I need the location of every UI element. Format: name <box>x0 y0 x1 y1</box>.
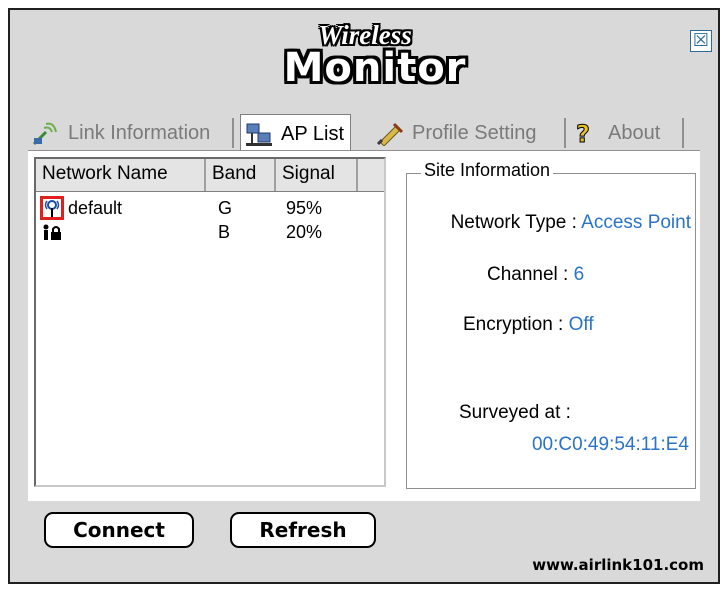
network-type-label: Network Type : <box>450 212 577 233</box>
network-name-cell: default <box>36 196 206 220</box>
link-info-icon <box>32 120 60 146</box>
tab-profile-setting[interactable]: Profile Setting <box>376 116 537 150</box>
table-row[interactable]: B 20% <box>36 220 384 244</box>
table-header: Network Name Band Signal <box>36 159 384 192</box>
channel-row: Channel : 6 <box>487 264 584 286</box>
surveyed-at-label: Surveyed at : <box>459 402 571 423</box>
tab-bar: Link Information AP List Profile Setting… <box>32 114 692 153</box>
tab-ap-list[interactable]: AP List <box>240 114 351 153</box>
network-type-row: Network Type : Access Point <box>451 212 691 234</box>
column-header-network-name[interactable]: Network Name <box>36 159 206 191</box>
profile-setting-icon <box>376 120 404 147</box>
vendor-url: www.airlink101.com <box>532 556 704 574</box>
tab-about[interactable]: ? About <box>572 116 661 150</box>
access-point-icon <box>40 196 64 220</box>
network-name: default <box>68 198 123 218</box>
connect-button[interactable]: Connect <box>44 512 194 548</box>
about-icon: ? <box>572 120 600 149</box>
tab-divider <box>682 118 684 148</box>
site-information-legend: Site Information <box>421 160 554 181</box>
encryption-label: Encryption : <box>463 314 564 335</box>
tab-link-information[interactable]: Link Information <box>32 116 210 150</box>
svg-text:?: ? <box>576 120 590 146</box>
close-button[interactable]: ☒ <box>690 30 712 52</box>
tab-label: AP List <box>281 122 344 145</box>
app-logo: Wireless Monitor <box>280 20 470 110</box>
signal-cell: 95% <box>286 198 323 218</box>
tab-label: About <box>608 121 661 144</box>
channel-label: Channel : <box>487 264 569 285</box>
tab-label: Link Information <box>68 121 211 144</box>
network-name-cell <box>36 220 206 244</box>
band-cell: G <box>218 198 233 218</box>
ap-list-icon <box>245 121 273 147</box>
wireless-monitor-window: Wireless Monitor ☒ Link Information AP L… <box>8 8 720 584</box>
encryption-row: Encryption : Off <box>463 314 594 336</box>
refresh-button[interactable]: Refresh <box>230 512 376 548</box>
site-information-group: Site Information Network Type : Access P… <box>406 160 696 489</box>
logo-monitor-text: Monitor <box>283 45 467 91</box>
signal-cell: 20% <box>286 222 323 242</box>
band-cell: B <box>218 222 231 242</box>
network-type-value: Access Point <box>581 212 691 233</box>
locked-adhoc-icon <box>42 222 64 242</box>
ap-list-table[interactable]: Network Name Band Signal default G 95% B… <box>34 157 386 487</box>
tab-divider <box>232 118 234 148</box>
column-header-band[interactable]: Band <box>206 159 276 191</box>
tab-divider <box>564 118 566 148</box>
tab-label: Profile Setting <box>412 121 537 144</box>
ap-list-panel: Network Name Band Signal default G 95% B… <box>28 150 700 501</box>
close-icon: ☒ <box>692 30 710 51</box>
encryption-value: Off <box>568 314 594 335</box>
table-row[interactable]: default G 95% <box>36 196 384 220</box>
column-header-signal[interactable]: Signal <box>276 159 358 191</box>
channel-value: 6 <box>573 264 585 285</box>
surveyed-at-value: 00:C0:49:54:11:E4 <box>531 434 689 455</box>
